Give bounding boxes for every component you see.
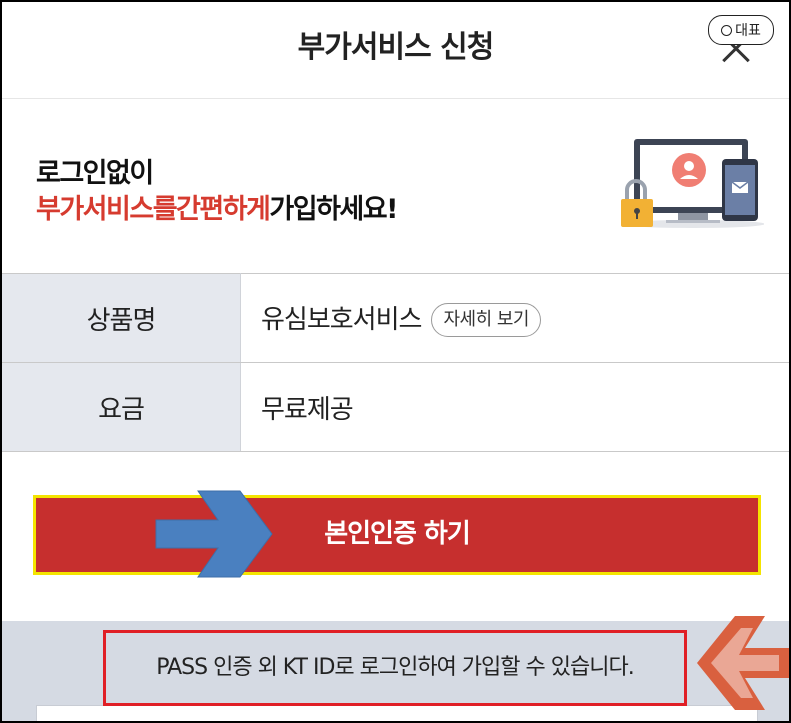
identity-verify-label: 본인인증 하기 [324,519,471,549]
page-title: 부가서비스 신청 [297,30,495,65]
product-name-value: 유심보호서비스 [261,304,422,335]
login-illustration-icon [621,139,764,228]
representative-badge[interactable]: 대표 [708,15,774,45]
notice-callout: PASS 인증 외 KT ID로 로그인하여 가입할 수 있습니다. [103,630,687,706]
search-icon [721,24,733,36]
modal-frame: 부가서비스 신청 대표 로그인없이 부가서비스를간편하게가입하세요! 상품명 유… [0,0,791,723]
table-row: 상품명 유심보호서비스 자세히 보기 [2,273,789,363]
promo-line-2-rest: 가입하세요! [269,194,398,225]
product-name-cell: 유심보호서비스 자세히 보기 [240,273,789,363]
promo-banner: 로그인없이 부가서비스를간편하게가입하세요! [2,99,789,272]
promo-line-2: 부가서비스를간편하게가입하세요! [36,187,398,226]
badge-label: 대표 [735,23,761,39]
view-details-button[interactable]: 자세히 보기 [431,303,541,338]
fee-label: 요금 [2,362,241,452]
arrow-right-icon [155,490,273,578]
product-name-label: 상품명 [2,273,241,363]
modal-header: 부가서비스 신청 대표 [2,2,789,99]
arrow-left-icon [697,616,789,710]
notice-text: PASS 인증 외 KT ID로 로그인하여 가입할 수 있습니다. [156,655,634,680]
promo-line-1: 로그인없이 [36,158,154,189]
login-option-box [36,705,758,721]
service-info-table: 상품명 유심보호서비스 자세히 보기 요금 무료제공 [2,273,789,452]
identity-verify-button[interactable]: 본인인증 하기 [33,495,761,575]
fee-value: 무료제공 [240,362,789,452]
table-row: 요금 무료제공 [2,362,789,452]
promo-highlight: 부가서비스를간편하게 [36,194,271,225]
